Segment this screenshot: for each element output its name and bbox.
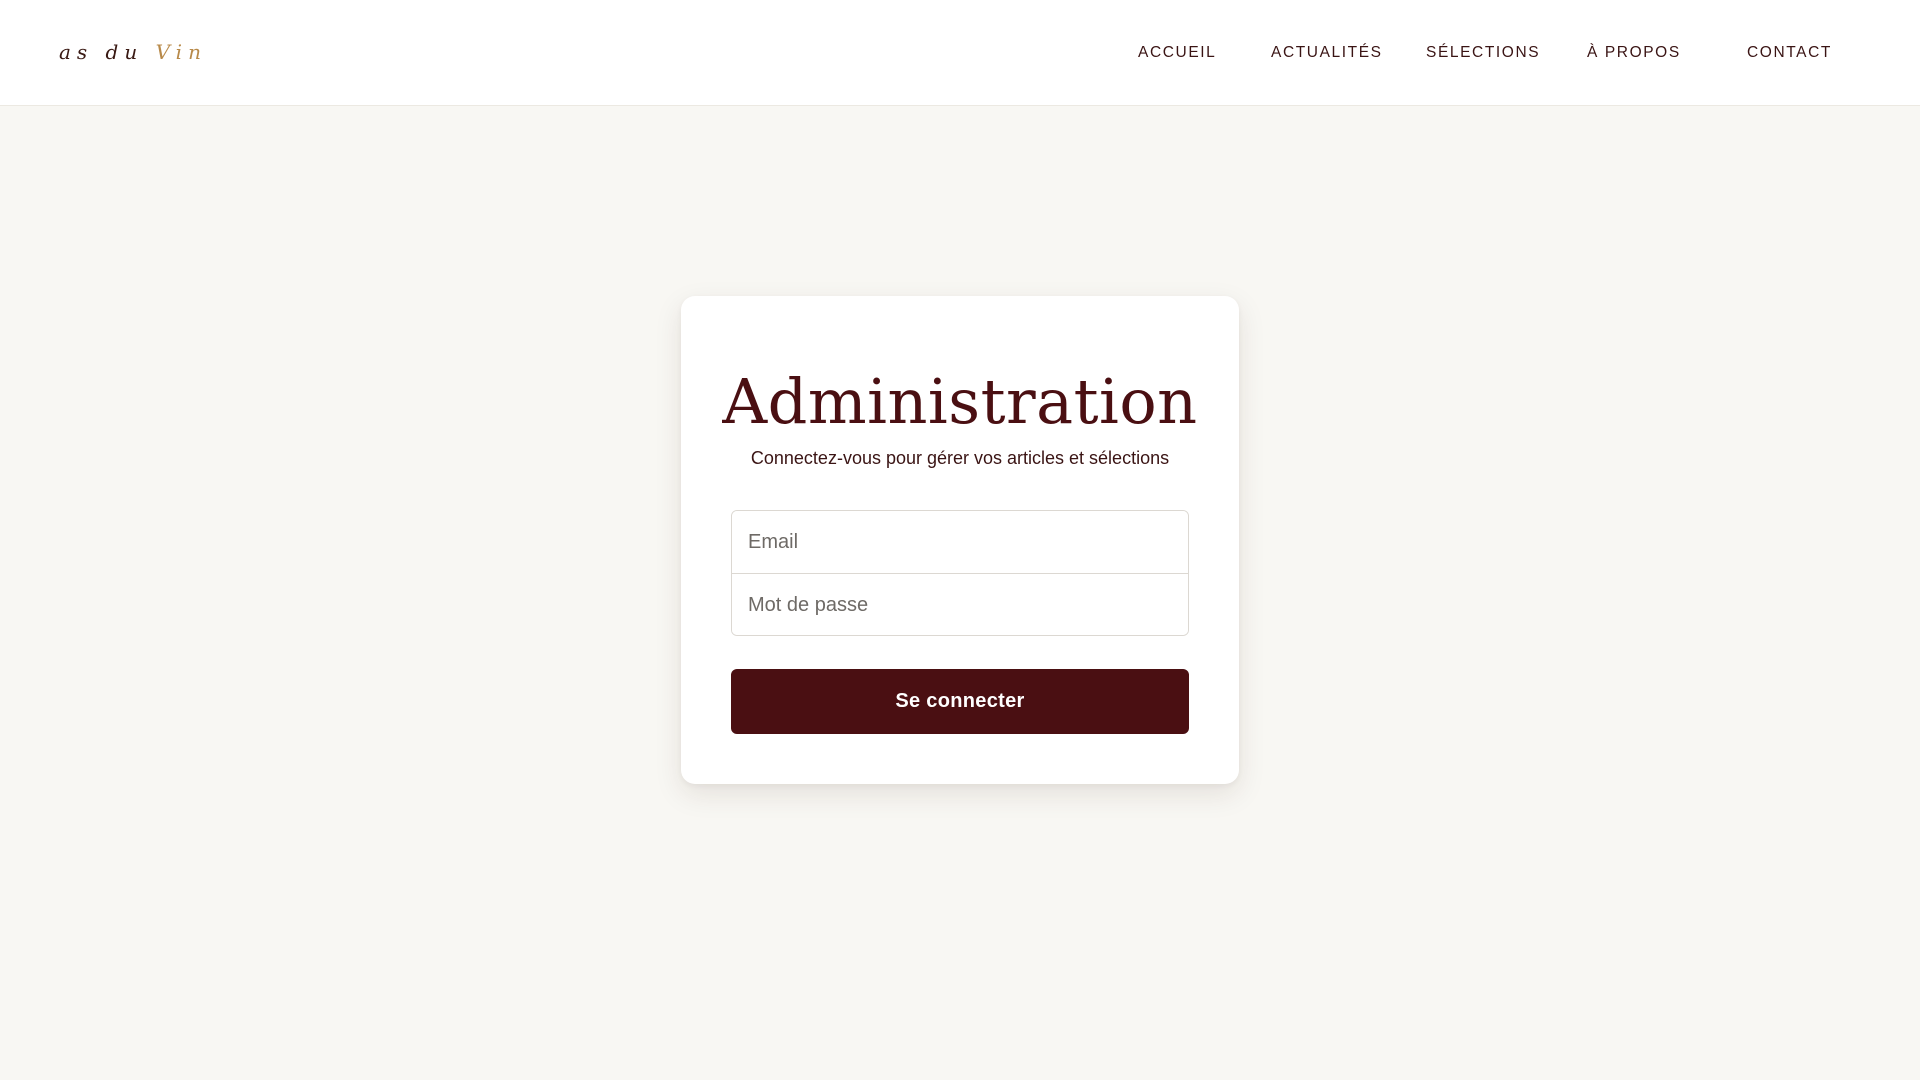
nav-link-selections[interactable]: SÉLECTIONS — [1426, 44, 1540, 62]
login-card: Administration Connectez-vous pour gérer… — [681, 296, 1239, 784]
main-nav: ACCUEIL ACTUALITÉS SÉLECTIONS À PROPOS C… — [0, 44, 1920, 64]
password-input[interactable] — [732, 574, 1188, 635]
nav-link-contact[interactable]: CONTACT — [1747, 44, 1832, 62]
page-title: Administration — [722, 365, 1198, 438]
credentials-field-group — [731, 510, 1189, 636]
nav-link-accueil[interactable]: ACCUEIL — [1138, 44, 1216, 62]
page-subtitle: Connectez-vous pour gérer vos articles e… — [750, 448, 1170, 468]
login-button[interactable]: Se connecter — [731, 669, 1189, 734]
site-header: as du Vin ACCUEIL ACTUALITÉS SÉLECTIONS … — [0, 0, 1920, 106]
nav-link-a-propos[interactable]: À PROPOS — [1587, 44, 1681, 62]
nav-link-actualites[interactable]: ACTUALITÉS — [1271, 44, 1383, 62]
email-input[interactable] — [732, 511, 1188, 574]
